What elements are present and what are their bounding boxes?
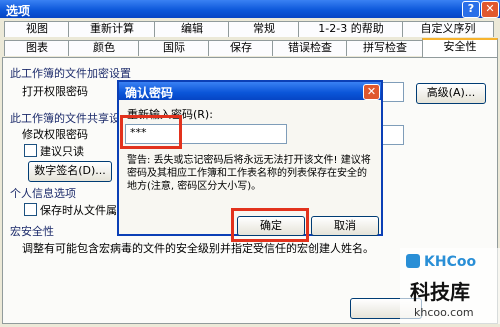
privacy-group-header: 个人信息选项 [10,187,76,200]
close-icon[interactable]: ✕ [363,84,380,100]
remove-personal-checkbox[interactable] [24,203,37,216]
tab-save[interactable]: 保存 [208,40,274,56]
tab-color[interactable]: 颜色 [68,40,140,56]
readonly-checkbox[interactable] [24,144,37,157]
window-title: 选项 [6,4,31,18]
password-warning-text: 警告: 丢失或忘记密码后将永远无法打开该文件! 建议将密码及其相应工作簿和工作表… [127,155,371,192]
close-icon[interactable]: ✕ [481,1,499,18]
tab-error-checking[interactable]: 错误检查 [272,40,348,56]
khcoo-watermark: KHCoo 科技库 khcoo.com [400,248,500,324]
digital-signature-button[interactable]: 数字签名(D)... [28,161,112,182]
open-password-label: 打开权限密码 [22,85,88,98]
share-group-header: 此工作簿的文件共享设 [10,112,120,125]
tab-spelling[interactable]: 拼写检查 [346,40,424,56]
modify-password-label: 修改权限密码 [22,128,88,141]
tab-view[interactable]: 视图 [4,21,70,37]
ok-highlight-box [231,208,309,242]
tab-chart[interactable]: 图表 [4,40,70,56]
tab-security[interactable]: 安全性 [422,38,498,57]
tab-edit[interactable]: 编辑 [154,21,230,37]
options-titlebar: 选项 ? ✕ [0,0,500,18]
cancel-button[interactable]: 取消 [311,216,379,236]
watermark-name: 科技库 [410,280,470,304]
macro-group-header: 宏安全性 [10,225,54,238]
confirm-dialog-titlebar: 确认密码 ✕ [119,82,381,100]
advanced-button[interactable]: 高级(A)... [416,83,486,104]
help-icon[interactable]: ? [462,1,480,18]
watermark-brand: KHCoo [424,254,477,270]
macro-description: 调整有可能包含宏病毒的文件的安全级别并指定受信任的宏创建人姓名。 [22,242,372,255]
readonly-label: 建议只读 [40,145,84,158]
tab-lotus-help[interactable]: 1-2-3 的帮助 [298,21,404,37]
password-highlight-box [120,115,182,149]
tab-international[interactable]: 国际 [138,40,210,56]
encrypt-group-header: 此工作簿的文件加密设置 [10,67,131,80]
tab-custom-lists[interactable]: 自定义序列 [402,21,494,37]
tab-general[interactable]: 常规 [228,21,300,37]
tab-recalc[interactable]: 重新计算 [68,21,156,37]
confirm-dialog-title: 确认密码 [125,86,174,100]
remove-personal-label: 保存时从文件属性 [40,204,128,217]
watermark-url: khcoo.com [414,306,474,319]
